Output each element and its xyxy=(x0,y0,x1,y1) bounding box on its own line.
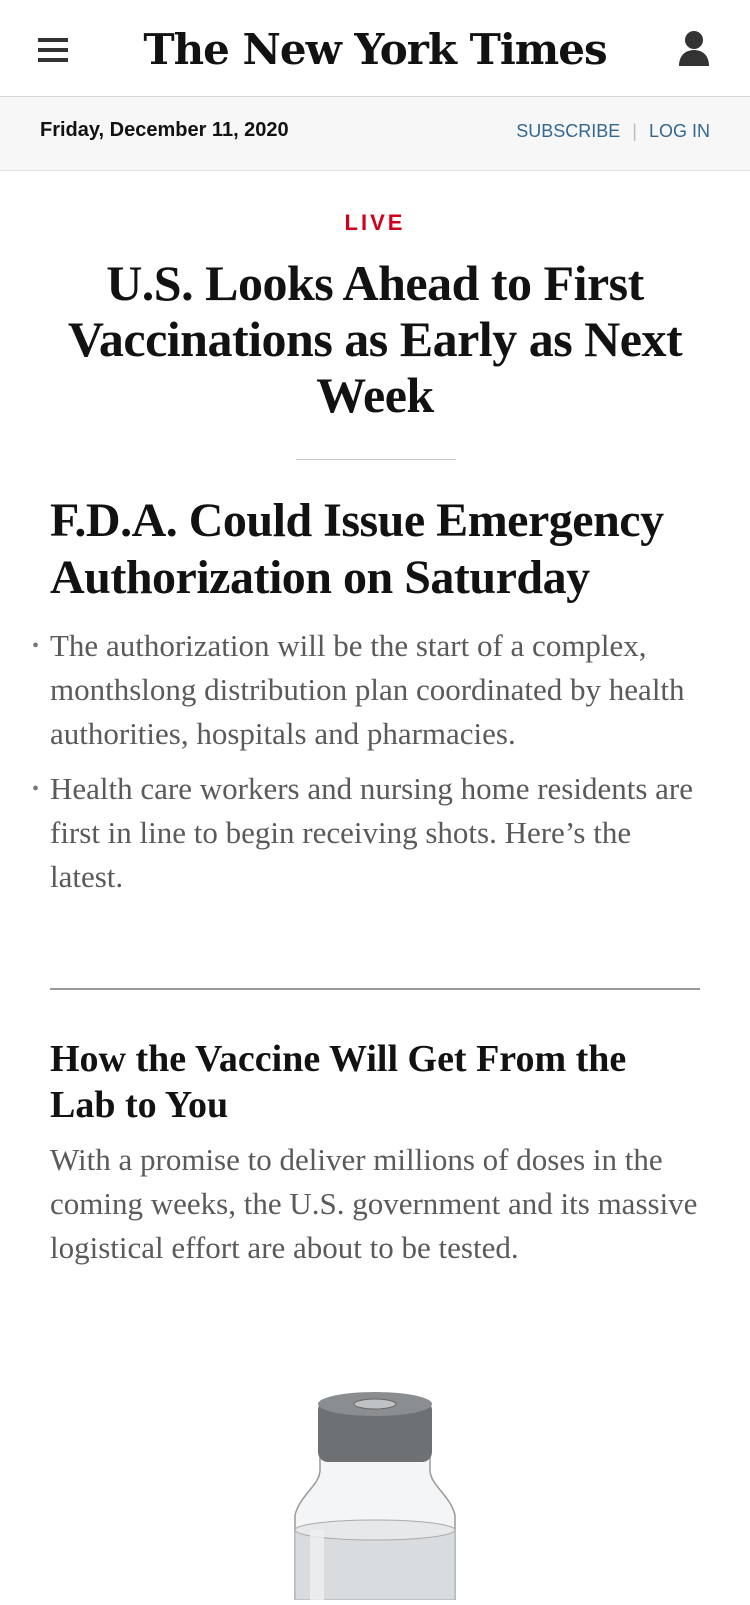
sub-headline[interactable]: F.D.A. Could Issue Emergency Authorizati… xyxy=(50,492,710,606)
main-headline[interactable]: U.S. Looks Ahead to First Vaccinations a… xyxy=(40,255,710,423)
user-account-icon[interactable] xyxy=(677,30,711,68)
live-label: LIVE xyxy=(344,210,406,235)
bullet-item[interactable]: • The authorization will be the start of… xyxy=(32,624,700,756)
login-link[interactable]: LOG IN xyxy=(649,121,710,141)
subscribe-link[interactable]: SUBSCRIBE xyxy=(516,121,620,141)
account-links: SUBSCRIBE | LOG IN xyxy=(516,121,710,142)
bullet-text: The authorization will be the start of a… xyxy=(50,628,685,751)
nyt-logo[interactable]: The New York Times xyxy=(0,20,750,80)
vaccine-vial-icon[interactable] xyxy=(280,1390,470,1601)
bullet-text: Health care workers and nursing home res… xyxy=(50,771,694,894)
bullet-dot: • xyxy=(32,778,40,800)
story-divider xyxy=(50,988,700,990)
bullet-dot: • xyxy=(32,635,40,657)
date-bar: Friday, December 11, 2020 SUBSCRIBE | LOG … xyxy=(0,97,750,171)
link-separator: | xyxy=(632,121,637,141)
bullet-item[interactable]: • Health care workers and nursing home r… xyxy=(32,767,700,899)
story-summary: With a promise to deliver millions of do… xyxy=(50,1142,698,1265)
section-divider xyxy=(296,459,456,460)
top-navigation-bar: The New York Times xyxy=(0,0,750,97)
current-date: Friday, December 11, 2020 xyxy=(40,119,289,141)
summary-bullets: • The authorization will be the start of… xyxy=(32,624,700,910)
story-title[interactable]: How the Vaccine Will Get From the Lab to… xyxy=(50,1036,700,1128)
